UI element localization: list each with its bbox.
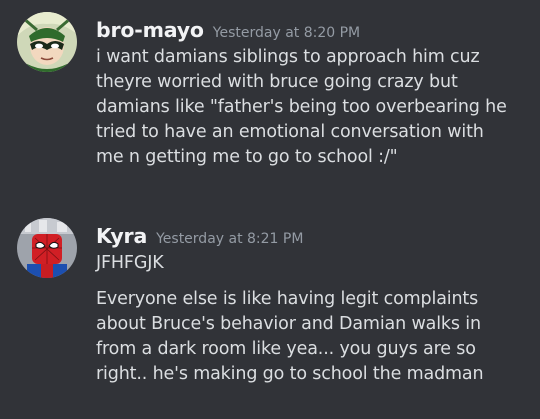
message-line: JFHFGJK xyxy=(96,253,164,273)
message-content: JFHFGJK xyxy=(96,251,526,276)
message-header: bro-mayo Yesterday at 8:20 PM xyxy=(96,18,360,42)
timestamp[interactable]: Yesterday at 8:21 PM xyxy=(156,231,303,247)
message-group: Kyra Yesterday at 8:21 PM JFHFGJK Everyon… xyxy=(0,210,540,419)
message-content: Everyone else is like having legit compl… xyxy=(96,287,526,387)
message-line: right.. he's making go to school the mad… xyxy=(96,364,484,384)
message-line: tried to have an emotional conversation … xyxy=(96,122,484,142)
message-line: about Bruce's behavior and Damian walks … xyxy=(96,314,481,334)
timestamp[interactable]: Yesterday at 8:20 PM xyxy=(213,25,360,41)
username[interactable]: Kyra xyxy=(96,224,147,248)
message-line: damians like "father's being too overbea… xyxy=(96,97,507,117)
green-masked-character-icon xyxy=(17,12,77,72)
message-line: me n getting me to go to school :/" xyxy=(96,147,398,167)
avatar[interactable] xyxy=(17,218,77,278)
lego-spiderman-icon xyxy=(17,218,77,278)
message-line: from a dark room like yea... you guys ar… xyxy=(96,339,476,359)
message-line: Everyone else is like having legit compl… xyxy=(96,289,479,309)
message-line: theyre worried with bruce going crazy bu… xyxy=(96,72,458,92)
username[interactable]: bro-mayo xyxy=(96,18,204,42)
message-content: i want damians siblings to approach him … xyxy=(96,45,526,170)
message-group: bro-mayo Yesterday at 8:20 PM i want dami… xyxy=(0,0,540,200)
message-line: i want damians siblings to approach him … xyxy=(96,47,480,67)
avatar[interactable] xyxy=(17,12,77,72)
message-header: Kyra Yesterday at 8:21 PM xyxy=(96,224,303,248)
